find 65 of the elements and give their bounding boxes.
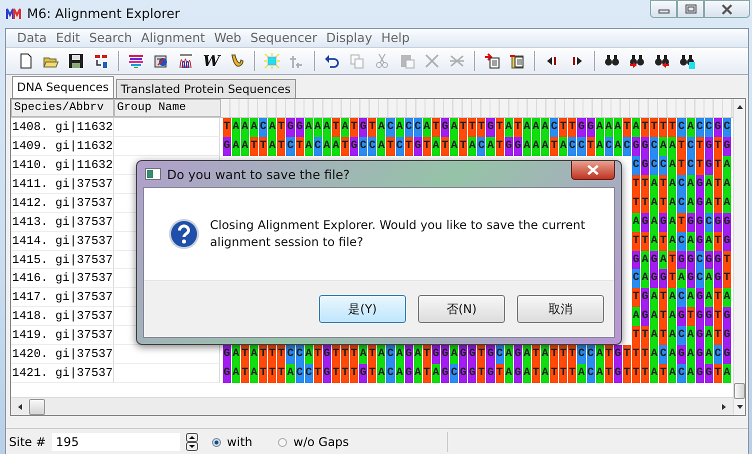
- undo-icon[interactable]: [324, 52, 340, 69]
- lines-icon[interactable]: [128, 52, 144, 69]
- dialog-message: Closing Alignment Explorer. Would you like to save the current alignment session to file?: [210, 217, 586, 251]
- menu-item[interactable]: Display: [323, 30, 378, 46]
- menu-item[interactable]: Web: [211, 30, 248, 46]
- vertical-scrollbar[interactable]: [733, 99, 745, 416]
- column-header[interactable]: Group Name: [114, 99, 221, 118]
- window-icon: [145, 168, 161, 180]
- dialog-button[interactable]: 是(Y): [319, 295, 406, 323]
- column-header[interactable]: Species/Abbrv: [11, 99, 114, 118]
- horizontal-scrollbar[interactable]: [11, 397, 733, 416]
- scroll-thumb[interactable]: [29, 398, 45, 415]
- tab[interactable]: Translated Protein Sequences: [116, 79, 296, 98]
- sequence: TTATACAGATA: [632, 194, 732, 213]
- sequence: TGATACAGATA: [632, 288, 732, 308]
- menu-item[interactable]: Edit: [52, 30, 86, 46]
- sequence-name[interactable]: 1419. gi|37537: [11, 326, 114, 346]
- minimize-button[interactable]: [650, 0, 677, 18]
- sequence: TTATACAGATA: [632, 175, 732, 194]
- sequence: TTATACAGATG: [632, 326, 732, 346]
- save-icon[interactable]: [68, 52, 84, 69]
- maximize-button[interactable]: [677, 0, 704, 18]
- scroll-down-icon[interactable]: [736, 404, 744, 410]
- sequence-name[interactable]: 1412. gi|37537: [11, 194, 114, 213]
- window-title: M6: Alignment Explorer: [27, 6, 180, 22]
- spinner-icon[interactable]: [186, 433, 198, 452]
- close-button[interactable]: [704, 0, 750, 18]
- sequence-name[interactable]: 1410. gi|11632: [11, 156, 114, 176]
- sequence-name[interactable]: 1417. gi|37537: [11, 288, 114, 308]
- sequence-name[interactable]: 1415. gi|37537: [11, 250, 114, 270]
- sequence-name[interactable]: 1416. gi|37537: [11, 269, 114, 288]
- app-logo-icon: [6, 8, 22, 20]
- dialog-button[interactable]: 取消: [517, 295, 604, 323]
- new-icon[interactable]: [18, 52, 34, 69]
- sequence-name[interactable]: 1408. gi|11632: [11, 118, 114, 138]
- sequence-name[interactable]: 1421. gi|37537: [11, 364, 114, 383]
- dialog-title: Do you want to save the file?: [167, 166, 350, 182]
- sequence-name[interactable]: 1409. gi|11632: [11, 137, 114, 156]
- scroll-right-icon[interactable]: [721, 402, 727, 411]
- scroll-thumb[interactable]: [734, 383, 745, 400]
- toolbar-button[interactable]: W: [203, 52, 220, 69]
- close-button[interactable]: [571, 161, 615, 180]
- sequence-name[interactable]: 1413. gi|37537: [11, 212, 114, 232]
- maximize-icon: [684, 4, 696, 14]
- radio-button[interactable]: with: [212, 435, 252, 450]
- menu-item[interactable]: Help: [378, 30, 416, 46]
- sequence-name[interactable]: 1420. gi|37537: [11, 345, 114, 364]
- menu-item[interactable]: Search: [86, 30, 138, 46]
- close-icon: [720, 4, 734, 14]
- tab[interactable]: DNA Sequences: [12, 76, 114, 98]
- scroll-left-icon[interactable]: [17, 402, 23, 411]
- sequence-name[interactable]: 1411. gi|37537: [11, 175, 114, 194]
- radio-button[interactable]: w/o Gaps: [278, 435, 349, 450]
- site-label: Site #: [9, 435, 46, 450]
- sequence-name[interactable]: 1418. gi|37537: [11, 307, 114, 326]
- menu-item[interactable]: Sequencer: [247, 30, 324, 46]
- sequence-name[interactable]: 1414. gi|37537: [11, 232, 114, 251]
- menu-item[interactable]: Alignment: [138, 30, 212, 46]
- close-icon: [587, 165, 599, 175]
- menu-item[interactable]: Data: [14, 30, 53, 46]
- site-field[interactable]: 195: [52, 433, 180, 452]
- sequence: TTATACAGATG: [632, 232, 732, 251]
- scroll-up-icon[interactable]: [736, 104, 744, 110]
- question-icon: [168, 218, 200, 250]
- dialog-button[interactable]: 否(N): [418, 295, 505, 323]
